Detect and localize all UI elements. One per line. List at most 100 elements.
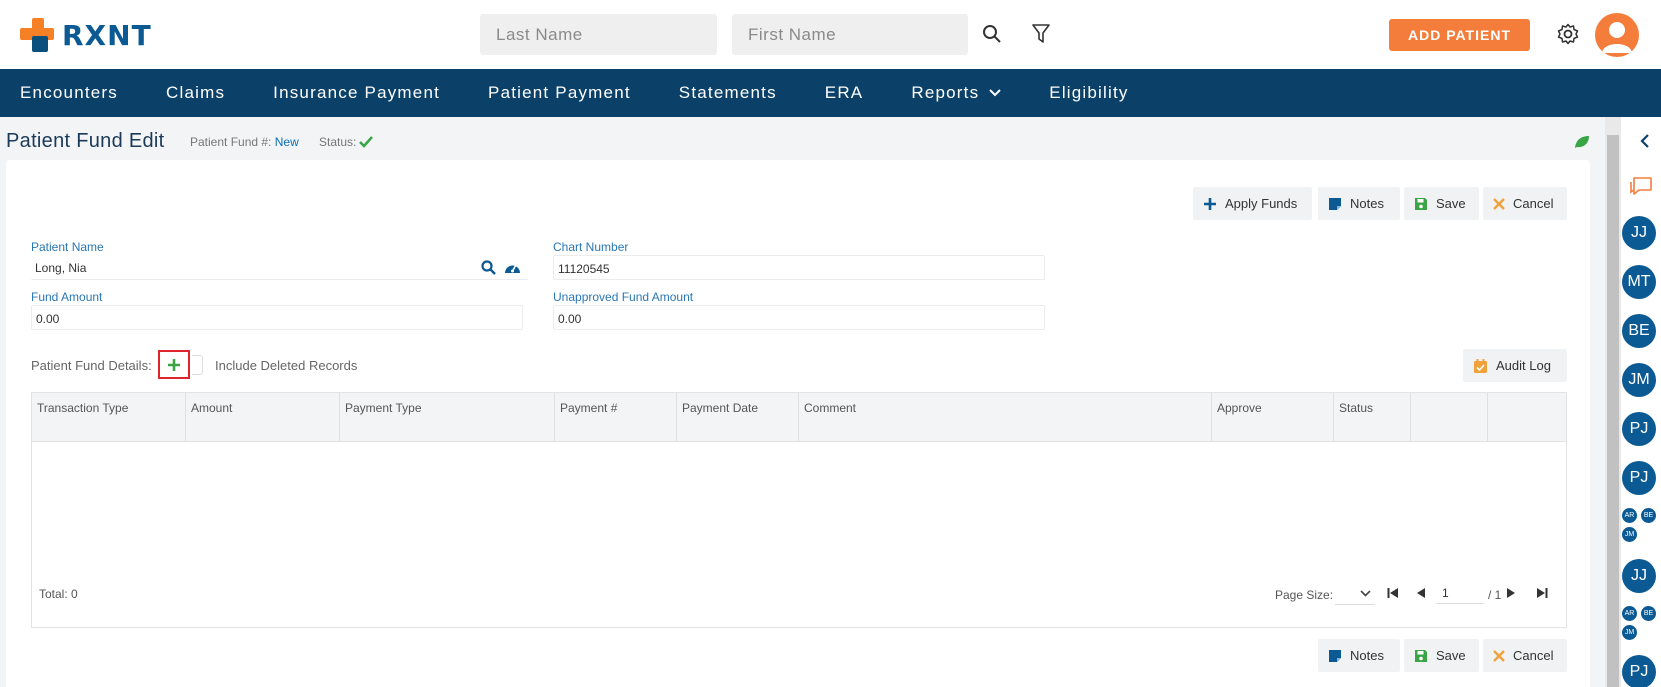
chevron-down-icon bbox=[1360, 590, 1371, 597]
group-chip-jm-2[interactable]: JM bbox=[1622, 625, 1637, 640]
gear-icon[interactable] bbox=[1556, 22, 1580, 46]
column-comment[interactable]: Comment bbox=[799, 393, 1212, 442]
user-chip-jj[interactable]: JJ bbox=[1622, 216, 1656, 250]
cancel-button-bottom[interactable]: Cancel bbox=[1483, 639, 1567, 672]
search-icon[interactable] bbox=[980, 22, 1004, 46]
first-page-icon[interactable] bbox=[1386, 586, 1400, 600]
nav-era[interactable]: ERA bbox=[825, 83, 864, 103]
notes-label: Notes bbox=[1350, 648, 1384, 663]
patient-name-label: Patient Name bbox=[31, 240, 104, 254]
include-deleted-toggle[interactable] bbox=[192, 355, 203, 375]
group-chip-be-2[interactable]: BE bbox=[1641, 606, 1656, 621]
column-status[interactable]: Status bbox=[1334, 393, 1411, 442]
checkmark-icon bbox=[359, 136, 374, 148]
nav-reports-label: Reports bbox=[911, 83, 980, 102]
save-button[interactable]: Save bbox=[1404, 187, 1479, 220]
collapse-rail-icon[interactable] bbox=[1636, 133, 1652, 149]
nav-reports[interactable]: Reports bbox=[911, 83, 1001, 103]
audit-log-button[interactable]: Audit Log bbox=[1463, 349, 1567, 382]
group-chip-ar[interactable]: AR bbox=[1622, 508, 1637, 523]
cancel-button[interactable]: Cancel bbox=[1483, 187, 1567, 220]
first-name-input[interactable] bbox=[732, 14, 968, 55]
nav-insurance-payment[interactable]: Insurance Payment bbox=[273, 83, 440, 103]
page-size-label: Page Size: bbox=[1275, 588, 1334, 602]
user-chip-pj[interactable]: PJ bbox=[1622, 412, 1656, 446]
page-size-select[interactable] bbox=[1335, 583, 1375, 605]
user-avatar[interactable] bbox=[1595, 13, 1639, 57]
filter-icon[interactable] bbox=[1029, 22, 1053, 46]
last-name-input[interactable] bbox=[480, 14, 717, 55]
unapproved-amount-value: 0.00 bbox=[558, 312, 582, 326]
save-icon bbox=[1414, 649, 1428, 663]
nav-statements[interactable]: Statements bbox=[679, 83, 777, 103]
unapproved-amount-field[interactable]: 0.00 bbox=[553, 305, 1045, 330]
save-button-bottom[interactable]: Save bbox=[1404, 639, 1479, 672]
nav-claims[interactable]: Claims bbox=[166, 83, 225, 103]
prev-page-icon[interactable] bbox=[1414, 586, 1428, 600]
add-fund-detail-button[interactable] bbox=[158, 350, 190, 379]
patient-name-value: Long, Nia bbox=[35, 261, 87, 275]
nav-encounters[interactable]: Encounters bbox=[20, 83, 118, 103]
page-total: / 1 bbox=[1488, 588, 1502, 602]
dashboard-icon[interactable] bbox=[503, 259, 521, 275]
fund-number-value: New bbox=[274, 135, 299, 149]
chart-number-value: 11120545 bbox=[558, 262, 610, 276]
column-transaction-type[interactable]: Transaction Type bbox=[32, 393, 186, 442]
chat-icon[interactable] bbox=[1628, 174, 1654, 198]
group-chip-be[interactable]: BE bbox=[1641, 508, 1656, 523]
notes-label: Notes bbox=[1350, 196, 1384, 211]
user-chip-mt[interactable]: MT bbox=[1622, 265, 1656, 299]
patient-fund-number: Patient Fund #: New bbox=[190, 135, 299, 149]
calendar-check-icon bbox=[1473, 358, 1488, 374]
nav-eligibility[interactable]: Eligibility bbox=[1049, 83, 1128, 103]
close-icon bbox=[1493, 649, 1505, 662]
notes-button-bottom[interactable]: Notes bbox=[1318, 639, 1400, 672]
group-chip-jm[interactable]: JM bbox=[1622, 527, 1637, 542]
top-header: RXNT ADD PATIENT bbox=[0, 0, 1661, 69]
rxnt-logo[interactable]: RXNT bbox=[20, 15, 152, 55]
logo-text: RXNT bbox=[62, 18, 152, 52]
column-amount[interactable]: Amount bbox=[186, 393, 340, 442]
patient-fund-grid: Transaction Type Amount Payment Type Pay… bbox=[31, 392, 1567, 628]
page-number-input[interactable]: 1 bbox=[1436, 582, 1484, 604]
chevron-down-icon bbox=[989, 89, 1001, 97]
chart-number-label: Chart Number bbox=[553, 240, 629, 254]
user-chip-be[interactable]: BE bbox=[1622, 314, 1656, 348]
column-payment-number[interactable]: Payment # bbox=[555, 393, 677, 442]
patient-fund-details-label: Patient Fund Details: bbox=[31, 358, 152, 373]
status: Status: bbox=[319, 135, 374, 149]
nav-patient-payment[interactable]: Patient Payment bbox=[488, 83, 631, 103]
plus-icon bbox=[1203, 197, 1217, 211]
patient-search-icon[interactable] bbox=[480, 259, 496, 275]
fund-amount-value: 0.00 bbox=[36, 312, 60, 326]
column-actions-2 bbox=[1488, 393, 1566, 442]
user-chip-pj-2[interactable]: PJ bbox=[1622, 461, 1656, 495]
user-chip-pj-3[interactable]: PJ bbox=[1622, 655, 1656, 687]
fund-amount-label: Fund Amount bbox=[31, 290, 103, 304]
notes-button[interactable]: Notes bbox=[1318, 187, 1400, 220]
grid-total: Total: 0 bbox=[39, 587, 78, 601]
fund-amount-field[interactable]: 0.00 bbox=[31, 305, 523, 330]
page-scrollbar[interactable] bbox=[1605, 117, 1621, 687]
scrollbar-thumb[interactable] bbox=[1607, 135, 1619, 687]
apply-funds-button[interactable]: Apply Funds bbox=[1193, 187, 1312, 220]
column-approve[interactable]: Approve bbox=[1212, 393, 1334, 442]
save-label: Save bbox=[1436, 648, 1466, 663]
plus-icon bbox=[168, 358, 180, 371]
grid-header: Transaction Type Amount Payment Type Pay… bbox=[32, 393, 1566, 442]
cancel-label: Cancel bbox=[1513, 648, 1554, 663]
patient-name-field[interactable]: Long, Nia bbox=[31, 255, 528, 280]
status-label: Status: bbox=[319, 135, 357, 149]
chart-number-field[interactable]: 11120545 bbox=[553, 255, 1045, 280]
user-chip-jm[interactable]: JM bbox=[1622, 363, 1656, 397]
last-page-icon[interactable] bbox=[1535, 586, 1549, 600]
column-payment-type[interactable]: Payment Type bbox=[340, 393, 555, 442]
audit-log-label: Audit Log bbox=[1496, 358, 1551, 373]
leaf-icon[interactable] bbox=[1573, 133, 1591, 151]
group-chip-ar-2[interactable]: AR bbox=[1622, 606, 1637, 621]
main-nav: Encounters Claims Insurance Payment Pati… bbox=[0, 69, 1661, 117]
user-chip-jj-2[interactable]: JJ bbox=[1622, 559, 1656, 593]
column-payment-date[interactable]: Payment Date bbox=[677, 393, 799, 442]
add-patient-button[interactable]: ADD PATIENT bbox=[1389, 19, 1530, 51]
next-page-icon[interactable] bbox=[1504, 586, 1518, 600]
